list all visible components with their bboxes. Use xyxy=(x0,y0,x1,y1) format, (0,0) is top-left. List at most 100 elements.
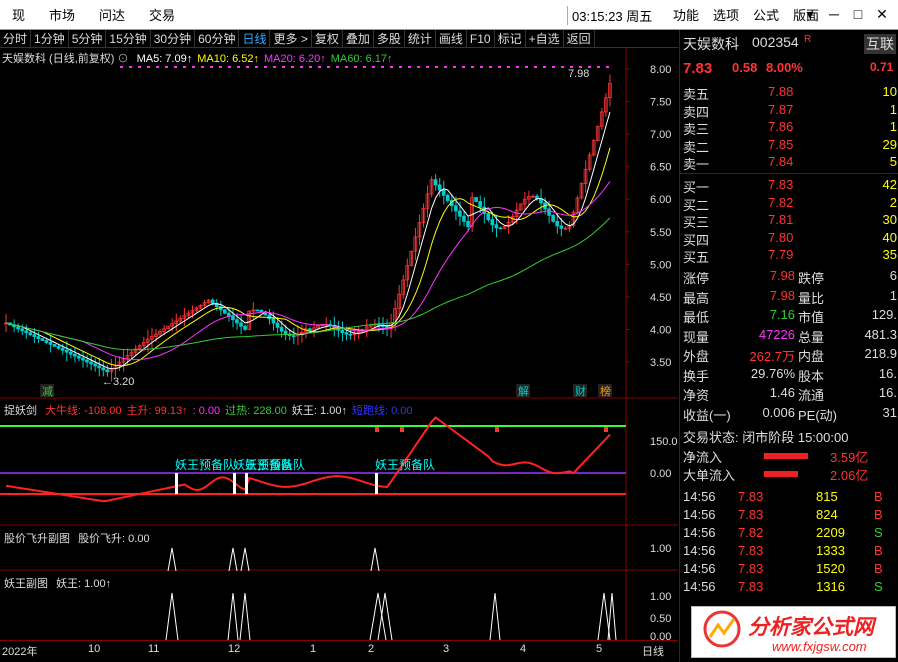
kline-chart-area[interactable]: 8.00 7.50 7.00 6.50 6.00 5.50 5.00 4.50 4.00 3.50… xyxy=(0,48,678,644)
candle-body xyxy=(275,322,280,328)
period-15min[interactable]: 15分钟 xyxy=(106,29,151,48)
candle-body xyxy=(231,316,235,321)
period-30min[interactable]: 30分钟 xyxy=(151,29,196,48)
subchart2-title[interactable]: 股价飞升副图 xyxy=(4,533,70,545)
period-60min[interactable]: 60分钟 xyxy=(195,29,240,48)
stat-row: 净资 1.46 流通 16. xyxy=(680,385,898,403)
menu-market[interactable]: 市场 xyxy=(37,5,87,24)
tick-s: B xyxy=(874,561,883,576)
book-volume: 40 xyxy=(882,229,897,245)
book-level-label: 卖一 xyxy=(683,157,710,172)
surge-spike xyxy=(240,547,250,572)
candle-body xyxy=(348,333,353,336)
candle-body xyxy=(559,225,564,229)
tool-f10[interactable]: F10 xyxy=(467,29,495,48)
candle-body xyxy=(259,309,264,313)
period-timeshare[interactable]: 分时 xyxy=(0,29,32,48)
book-price: 7.81 xyxy=(768,212,794,227)
tick-s: B xyxy=(874,489,883,504)
candle-body xyxy=(32,334,37,338)
book-divider xyxy=(680,173,898,174)
ask-row[interactable]: 卖二 7.85 29 xyxy=(680,137,898,155)
book-level-label: 买一 xyxy=(683,180,710,195)
demon-signal-bar xyxy=(245,473,248,494)
menu-function[interactable]: 功能 xyxy=(666,5,706,24)
candle-body xyxy=(56,345,61,349)
period-more[interactable]: 更多 > xyxy=(270,29,312,48)
kline-svg[interactable]: 8.00 7.50 7.00 6.50 6.00 5.50 5.00 4.50 4.00 3.50… xyxy=(0,48,678,640)
top-menubar: 现 市场 问达 交易 03:15:23 周五 功能 选项 公式 版面 ▾ ─ □… xyxy=(0,0,898,30)
tool-add-watchlist[interactable]: +自选 xyxy=(526,29,564,48)
candle-body xyxy=(433,179,438,186)
menu-formula[interactable]: 公式 xyxy=(746,5,786,24)
bid-row[interactable]: 买四 7.80 40 xyxy=(680,230,898,248)
candle-body xyxy=(486,213,491,221)
tool-multi-stock[interactable]: 多股 xyxy=(374,29,405,48)
candle-body xyxy=(437,184,442,191)
tool-restore-rights[interactable]: 复权 xyxy=(312,29,343,48)
tick-row: 14:56 7.83 1333 B xyxy=(680,543,898,561)
tool-overlay[interactable]: 叠加 xyxy=(343,29,374,48)
demon-signal-bar xyxy=(175,473,178,494)
tool-mark[interactable]: 标记 xyxy=(495,29,526,48)
tick-t: 14:56 xyxy=(683,525,716,540)
bid-row[interactable]: 买五 7.79 35 xyxy=(680,247,898,265)
event-marker-label: 减 xyxy=(42,385,53,398)
tick-p: 7.82 xyxy=(738,525,764,540)
logo-text: 分析家公式网 xyxy=(748,616,874,639)
high-label: 7.98 xyxy=(568,68,589,80)
menu-item[interactable]: 现 xyxy=(0,5,37,24)
subchart3-values: 妖王: 1.00↑ xyxy=(51,578,111,590)
ask-row[interactable]: 卖五 7.88 10 xyxy=(680,84,898,102)
minimize-icon[interactable]: ─ xyxy=(822,6,846,23)
quote-panel: 天娱数科 002354 R 互联 7.83 0.58 8.00% 0.71 卖五… xyxy=(679,30,898,662)
chevron-down-icon[interactable]: ⊙ xyxy=(118,53,129,65)
sector-button[interactable]: 互联 xyxy=(864,34,896,54)
period-5min[interactable]: 5分钟 xyxy=(69,29,107,48)
bid-row[interactable]: 买一 7.83 42 xyxy=(680,177,898,195)
tick-p: 7.83 xyxy=(738,543,764,558)
stat-label: 外盘 xyxy=(683,349,710,364)
book-volume: 35 xyxy=(882,247,897,262)
surge-spike xyxy=(228,547,238,572)
ask-row[interactable]: 卖三 7.86 1 xyxy=(680,119,898,137)
indicator-value: 妖王: 1.00↑ xyxy=(291,405,347,417)
period-label[interactable]: 日线 xyxy=(642,643,664,659)
candle-body xyxy=(490,219,495,226)
book-volume: 29 xyxy=(882,136,897,152)
bid-row[interactable]: 买二 7.82 2 xyxy=(680,195,898,213)
menu-trade[interactable]: 交易 xyxy=(137,5,187,24)
stat-value: 1.46 xyxy=(769,385,795,400)
menu-options[interactable]: 选项 xyxy=(706,5,746,24)
candle-body xyxy=(377,323,381,326)
book-volume: 5 xyxy=(889,154,897,169)
ask-row[interactable]: 卖一 7.84 5 xyxy=(680,154,898,172)
maximize-icon[interactable]: □ xyxy=(846,6,870,23)
book-price: 7.88 xyxy=(768,84,794,99)
flow-label: 净流入 xyxy=(683,450,723,465)
candle-body xyxy=(458,210,462,217)
x-label: 12 xyxy=(228,643,241,655)
period-1min[interactable]: 1分钟 xyxy=(31,29,69,48)
demon-signal-bar xyxy=(375,473,378,494)
y-tick-label: 4.50 xyxy=(650,292,671,304)
tick-row: 14:56 7.83 815 B xyxy=(680,489,898,507)
tool-back[interactable]: 返回 xyxy=(564,29,595,48)
book-price: 7.83 xyxy=(768,177,794,192)
bid-row[interactable]: 买三 7.81 30 xyxy=(680,212,898,230)
x-label: 11 xyxy=(148,643,160,655)
tick-s: S xyxy=(874,525,883,540)
candle-body xyxy=(466,220,470,227)
tool-draw-line[interactable]: 画线 xyxy=(436,29,467,48)
menu-wenda[interactable]: 问达 xyxy=(87,5,137,24)
ask-row[interactable]: 卖四 7.87 1 xyxy=(680,102,898,120)
subchart3-title[interactable]: 妖王副图 xyxy=(4,578,48,590)
close-icon[interactable]: ✕ xyxy=(870,6,894,23)
period-daily[interactable]: 日线 xyxy=(239,29,271,48)
ma-value: MA60: 6.17↑ xyxy=(330,53,393,65)
overheat-marker xyxy=(495,427,499,432)
stat-value: 0.006 xyxy=(762,404,795,420)
tool-statistics[interactable]: 统计 xyxy=(405,29,436,48)
indicator-title[interactable]: 捉妖剑 xyxy=(4,405,37,417)
dropdown-icon[interactable]: ▾ xyxy=(798,6,822,23)
